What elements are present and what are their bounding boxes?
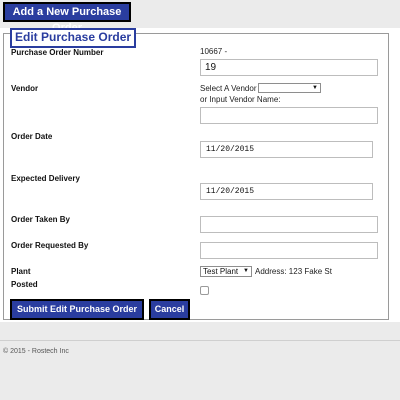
vendor-name-label: or Input Vendor Name: bbox=[200, 95, 281, 104]
po-number-prefix: 10667 - bbox=[200, 47, 228, 56]
order-taken-by-label: Order Taken By bbox=[11, 215, 70, 224]
order-requested-by-label: Order Requested By bbox=[11, 241, 89, 250]
form-legend: Edit Purchase Order bbox=[10, 28, 137, 48]
add-purchase-order-button[interactable]: Add a New Purchase Order bbox=[3, 2, 131, 34]
submit-edit-purchase-order-button[interactable]: Submit Edit Purchase Order bbox=[10, 299, 144, 320]
order-date-label: Order Date bbox=[11, 132, 53, 141]
po-number-label: Purchase Order Number bbox=[11, 48, 104, 57]
vendor-select[interactable]: ▼ bbox=[258, 83, 321, 93]
chevron-down-icon: ▼ bbox=[312, 84, 318, 91]
plant-select[interactable]: Test Plant ▼ bbox=[200, 266, 252, 277]
footer: © 2015 - Rostech Inc bbox=[0, 340, 400, 400]
cancel-button[interactable]: Cancel bbox=[149, 299, 190, 320]
plant-select-value: Test Plant bbox=[203, 267, 239, 276]
posted-checkbox[interactable] bbox=[200, 286, 209, 295]
vendor-label: Vendor bbox=[11, 84, 39, 93]
expected-delivery-input[interactable]: 11/20/2015 bbox=[200, 183, 373, 200]
copyright-text: © 2015 - Rostech Inc bbox=[3, 348, 69, 355]
chevron-down-icon: ▼ bbox=[243, 268, 249, 274]
plant-label: Plant bbox=[11, 267, 31, 276]
order-date-input[interactable]: 11/20/2015 bbox=[200, 141, 373, 158]
main-panel: Edit Purchase Order Purchase Order Numbe… bbox=[0, 28, 400, 322]
order-taken-by-input[interactable] bbox=[200, 216, 378, 233]
expected-delivery-label: Expected Delivery bbox=[11, 174, 80, 183]
po-number-input[interactable] bbox=[200, 59, 378, 76]
edit-purchase-order-form: Edit Purchase Order Purchase Order Numbe… bbox=[3, 28, 389, 320]
plant-address: Address: 123 Fake St bbox=[255, 267, 332, 276]
order-requested-by-input[interactable] bbox=[200, 242, 378, 259]
posted-label: Posted bbox=[11, 280, 38, 289]
select-vendor-label: Select A Vendor bbox=[200, 84, 257, 93]
vendor-name-input[interactable] bbox=[200, 107, 378, 124]
